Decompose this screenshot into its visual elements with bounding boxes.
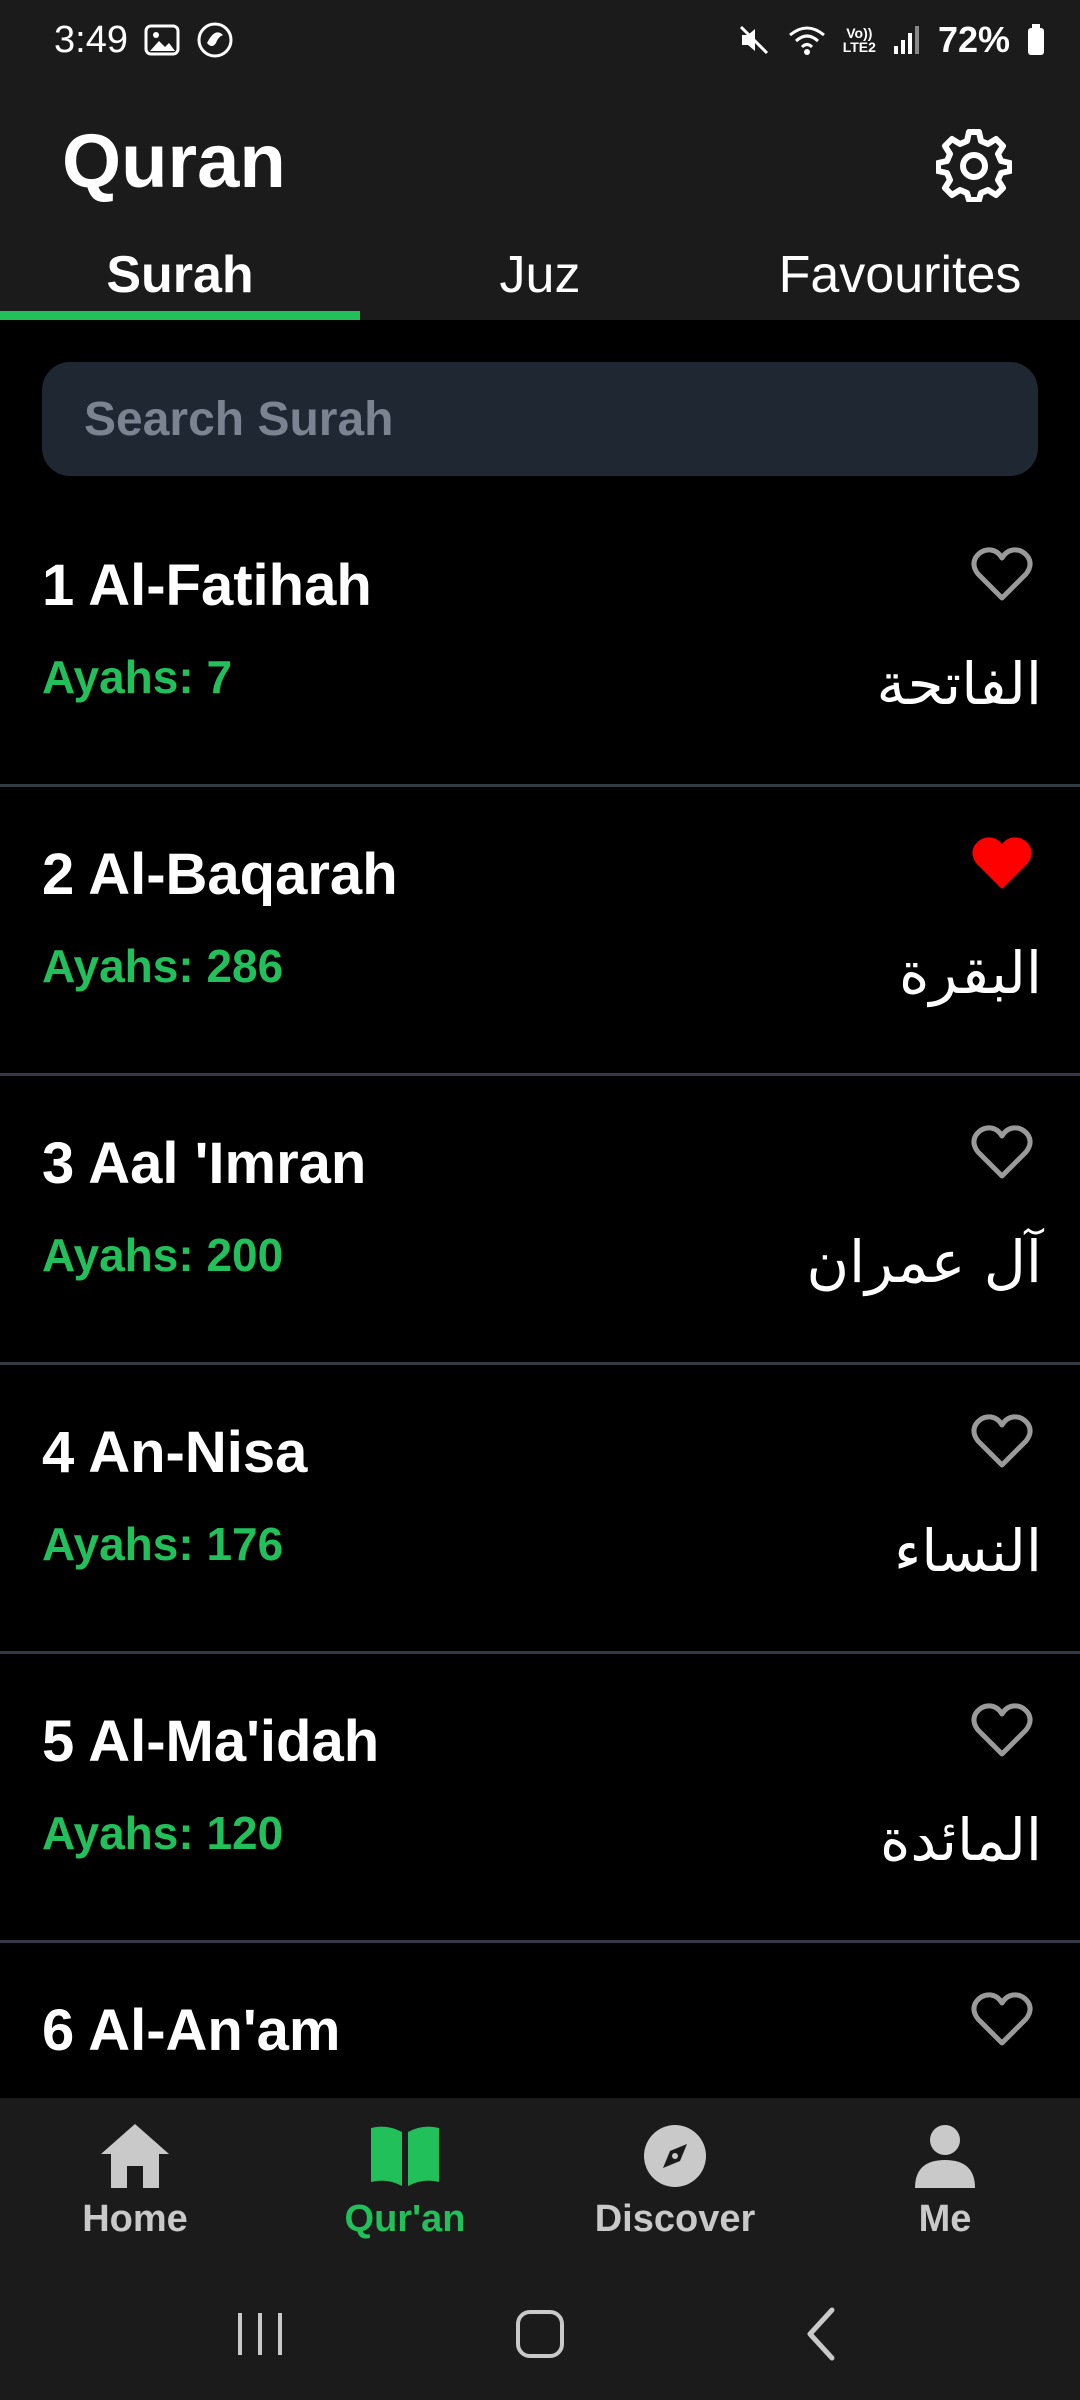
search-placeholder: Search Surah	[84, 392, 394, 446]
surah-ayahs: Ayahs: 200	[42, 1229, 284, 1281]
tab-favourites[interactable]: Favourites	[720, 230, 1080, 320]
lte-top-label: Vo))	[846, 25, 873, 41]
signal-icon	[892, 24, 922, 56]
system-navigation-bar	[0, 2268, 1080, 2400]
list-item[interactable]: 6 Al-An'am	[0, 1943, 1080, 2098]
favourite-button[interactable]	[966, 1983, 1038, 2055]
square-home-icon	[516, 2310, 564, 2358]
nav-me[interactable]: Me	[810, 2098, 1080, 2268]
compass-icon	[644, 2125, 706, 2187]
bottom-navigation: Home Qur'an Discover Me	[0, 2098, 1080, 2268]
favourite-button[interactable]	[966, 1405, 1038, 1477]
nav-discover-label: Discover	[594, 2198, 756, 2240]
surah-title: 5 Al-Ma'idah	[42, 1709, 380, 1774]
surah-ayahs: Ayahs: 176	[42, 1518, 284, 1570]
nav-me-label: Me	[918, 2198, 972, 2240]
tab-bar: Surah Juz Favourites	[0, 230, 1080, 320]
heart-outline-icon	[971, 1414, 1033, 1468]
recent-apps-button[interactable]	[215, 2289, 305, 2379]
nav-home[interactable]: Home	[0, 2098, 270, 2268]
mute-icon	[737, 23, 771, 57]
status-bar-right: Vo)) LTE2 72%	[737, 19, 1046, 61]
battery-percent: 72%	[937, 19, 1010, 60]
recent-apps-icon	[238, 2313, 282, 2355]
gallery-notification-icon	[144, 22, 180, 58]
app-notification-icon	[196, 21, 234, 59]
tab-juz[interactable]: Juz	[360, 230, 720, 320]
back-button[interactable]	[775, 2289, 865, 2379]
page-title: Quran	[62, 119, 286, 204]
wifi-icon	[787, 23, 827, 57]
status-bar: 3:49 Vo)) LTE2 72%	[0, 0, 1080, 80]
heart-outline-icon	[971, 1125, 1033, 1179]
heart-outline-icon	[971, 1992, 1033, 2046]
status-time: 3:49	[54, 18, 128, 61]
home-icon	[101, 2124, 169, 2188]
surah-ayahs: Ayahs: 286	[42, 940, 284, 992]
list-item[interactable]: 5 Al-Ma'idah Ayahs: 120 المائدة	[0, 1654, 1080, 1943]
surah-title: 6 Al-An'am	[42, 1998, 341, 2063]
nav-discover[interactable]: Discover	[540, 2098, 810, 2268]
quran-app: 3:49 Vo)) LTE2 72% Quran Surah Juz Favou…	[0, 0, 1080, 2400]
surah-arabic-name: الفاتحة	[876, 650, 1042, 718]
heart-outline-icon	[971, 1703, 1033, 1757]
surah-ayahs: Ayahs: 7	[42, 651, 233, 703]
list-item[interactable]: 2 Al-Baqarah Ayahs: 286 البقرة	[0, 787, 1080, 1076]
lte-indicator: Vo)) LTE2	[843, 26, 876, 54]
settings-button[interactable]	[930, 120, 1018, 208]
surah-title: 1 Al-Fatihah	[42, 553, 372, 618]
battery-icon	[1026, 23, 1046, 57]
surah-arabic-name: المائدة	[880, 1806, 1042, 1874]
heart-filled-icon	[972, 837, 1032, 889]
lte-bottom-label: LTE2	[842, 39, 876, 55]
tab-surah[interactable]: Surah	[0, 230, 360, 320]
heart-outline-icon	[971, 547, 1033, 601]
app-header: Quran Surah Juz Favourites	[0, 80, 1080, 320]
surah-arabic-name: آل عمران	[806, 1228, 1042, 1296]
nav-quran-label: Qur'an	[344, 2198, 466, 2240]
list-item[interactable]: 1 Al-Fatihah Ayahs: 7 الفاتحة	[0, 498, 1080, 787]
favourite-button[interactable]	[966, 538, 1038, 610]
surah-arabic-name: النساء	[894, 1517, 1042, 1585]
favourite-button[interactable]	[966, 827, 1038, 899]
surah-title: 2 Al-Baqarah	[42, 842, 398, 907]
surah-arabic-name: البقرة	[898, 939, 1042, 1007]
book-icon	[371, 2126, 439, 2186]
surah-title: 3 Aal 'Imran	[42, 1131, 367, 1196]
home-system-button[interactable]	[495, 2289, 585, 2379]
favourite-button[interactable]	[966, 1116, 1038, 1188]
back-chevron-icon	[807, 2307, 835, 2361]
surah-ayahs: Ayahs: 120	[42, 1807, 284, 1859]
list-item[interactable]: 4 An-Nisa Ayahs: 176 النساء	[0, 1365, 1080, 1654]
nav-quran[interactable]: Qur'an	[270, 2098, 540, 2268]
search-input[interactable]: Search Surah	[42, 362, 1038, 476]
list-item[interactable]: 3 Aal 'Imran Ayahs: 200 آل عمران	[0, 1076, 1080, 1365]
person-icon	[915, 2125, 975, 2188]
nav-home-label: Home	[82, 2198, 188, 2240]
surah-title: 4 An-Nisa	[42, 1420, 308, 1485]
status-bar-left: 3:49	[54, 19, 234, 62]
surah-list[interactable]: 1 Al-Fatihah Ayahs: 7 الفاتحة 2 Al-Baqar…	[0, 498, 1080, 2098]
favourite-button[interactable]	[966, 1694, 1038, 1766]
gear-icon	[936, 129, 1012, 202]
